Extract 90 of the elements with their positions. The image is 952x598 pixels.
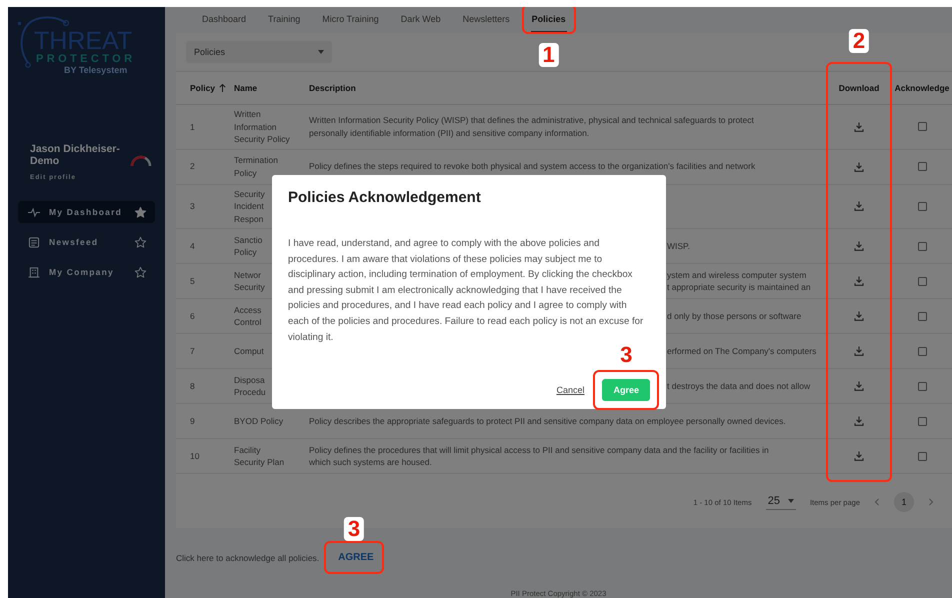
download-icon[interactable] xyxy=(854,201,864,212)
table-cell-text: Policy describes the appropriate safeguards to protect PII and sensitive company data on employee personally owned devices. xyxy=(309,414,787,428)
download-icon[interactable] xyxy=(854,311,864,321)
column-header[interactable]: Description xyxy=(305,83,826,93)
table-cell: Facility Security Plan xyxy=(234,444,284,468)
pulse-icon xyxy=(28,206,40,218)
agree-button[interactable]: Agree xyxy=(602,379,650,402)
policy-type-dropdown[interactable]: Policies xyxy=(186,41,332,63)
table-cell: Sanctio Policy xyxy=(234,234,262,258)
caret-icon xyxy=(318,50,324,54)
table-cell-text: 3 xyxy=(190,200,196,212)
logo-subtitle: PROTECTOR xyxy=(36,53,136,65)
nav-item[interactable]: My Dashboard xyxy=(18,201,155,223)
table-cell-text: 2 xyxy=(190,160,196,173)
checkbox[interactable] xyxy=(918,242,926,250)
tab[interactable]: Training xyxy=(267,7,302,33)
table-cell-text: 4 xyxy=(190,240,196,252)
download-icon[interactable] xyxy=(854,241,864,251)
checkbox[interactable] xyxy=(918,312,926,320)
table-cell-text: t destroys the data and does not allow xyxy=(667,380,812,392)
dialog-message: I have read, understand, and agree to comply with the above policies and procedures. I am aware that violations of these policies may subject me to disciplinary action, including termination of employment. By clicking the checkbox and pressing submit I am electronically acknowledging that I have received the policies and procedures, and I have read each policy and I agree to comply with each of the policies and procedures. Failure to read each policy is not an excuse for violating it. xyxy=(288,237,644,345)
table-cell: Written Information Security Policy xyxy=(234,108,290,146)
newspaper-icon xyxy=(28,236,40,248)
table-cell-text: WISP. xyxy=(667,240,691,252)
table-cell: BYOD Policy xyxy=(234,414,284,428)
caret-icon xyxy=(788,498,794,502)
download-icon[interactable] xyxy=(854,122,864,132)
annotation-box xyxy=(593,370,659,410)
tab[interactable]: Dark Web xyxy=(400,7,442,33)
building-icon xyxy=(28,266,40,278)
table-cell-text: 6 xyxy=(190,310,196,322)
table-cell-text: 8 xyxy=(190,380,196,392)
annotation-number: 3 xyxy=(344,517,364,541)
checkbox[interactable] xyxy=(918,382,926,390)
download-icon[interactable] xyxy=(854,162,864,172)
download-icon[interactable] xyxy=(854,276,864,286)
table-cell-text: erformed on The Company's computers xyxy=(667,344,818,358)
annotation-box xyxy=(324,541,384,574)
dialog-title: Policies Acknowledgement xyxy=(288,189,482,206)
annotation-number: 1 xyxy=(538,43,559,67)
annotation-number: 2 xyxy=(848,29,870,53)
nav-item[interactable]: Newsfeed xyxy=(18,231,155,253)
page-size-dropdown[interactable]: 25 xyxy=(766,494,796,510)
agree-link[interactable]: AGREE xyxy=(337,550,375,565)
table-cell-text: 5 xyxy=(190,274,196,288)
column-header[interactable]: Policy xyxy=(176,83,232,93)
logo-byline: BY Telesystem xyxy=(64,65,128,75)
checkbox[interactable] xyxy=(918,202,926,211)
table-cell: Security Incident Respon xyxy=(234,188,265,225)
table-cell-text: Written Information Security Policy (WISP) that defines the administrative, physical and technical safeguards to protect personally identifiable information (PII) and sensitive company information. xyxy=(309,114,755,140)
column-header[interactable]: Acknowledge xyxy=(892,83,952,93)
gauge-icon xyxy=(129,153,153,167)
table-cell-text: Policy defines the steps required to revoke both physical and system access to the organization's facilities and network xyxy=(309,160,756,173)
table-cell-text: ystem and wireless computer system t appropriate security is maintained an xyxy=(667,268,812,294)
previous-page-icon[interactable] xyxy=(874,498,880,506)
table-cell-text: 9 xyxy=(190,414,196,428)
download-icon[interactable] xyxy=(854,381,864,391)
download-icon[interactable] xyxy=(854,416,864,426)
user-name: Jason Dickheiser-Demo xyxy=(30,143,121,167)
table-cell: Termination Policy xyxy=(234,154,278,179)
table-cell: Networ Security xyxy=(234,268,265,294)
table-cell-text: 7 xyxy=(190,344,196,358)
table-cell: Disposa Procedu xyxy=(234,374,266,398)
checkbox[interactable] xyxy=(918,452,926,460)
acknowledge-prompt: Click here to acknowledge all policies. xyxy=(176,552,320,562)
download-icon[interactable] xyxy=(854,346,864,356)
star-icon[interactable] xyxy=(134,236,147,248)
page-button[interactable]: 1 xyxy=(894,492,914,512)
star-icon[interactable] xyxy=(134,266,147,278)
column-header[interactable]: Download xyxy=(826,83,892,93)
checkbox[interactable] xyxy=(918,276,926,286)
table-cell: Access Control xyxy=(234,304,262,328)
checkbox[interactable] xyxy=(918,162,926,171)
star-icon[interactable] xyxy=(134,206,147,218)
table-cell: Comput xyxy=(234,344,264,358)
table-cell-text: Policy defines the procedures that will limit physical access to PII and sensitive company data and the facility or facilities in which such systems are housed. xyxy=(309,444,770,468)
checkbox[interactable] xyxy=(918,346,926,356)
tab[interactable]: Newsletters xyxy=(462,7,511,33)
download-icon[interactable] xyxy=(854,451,864,461)
checkbox[interactable] xyxy=(918,122,926,132)
tab[interactable]: Micro Training xyxy=(321,7,380,33)
table-cell-text: d only by those persons or software xyxy=(667,310,802,322)
table-cell-text: 10 xyxy=(190,450,200,462)
next-page-icon[interactable] xyxy=(928,498,934,506)
tab[interactable]: Dashboard xyxy=(201,7,248,33)
checkbox[interactable] xyxy=(918,416,926,426)
nav-item[interactable]: My Company xyxy=(18,261,155,283)
table-cell-text: 1 xyxy=(190,120,196,133)
cancel-button[interactable]: Cancel xyxy=(556,385,584,396)
column-header[interactable]: Name xyxy=(232,83,305,93)
